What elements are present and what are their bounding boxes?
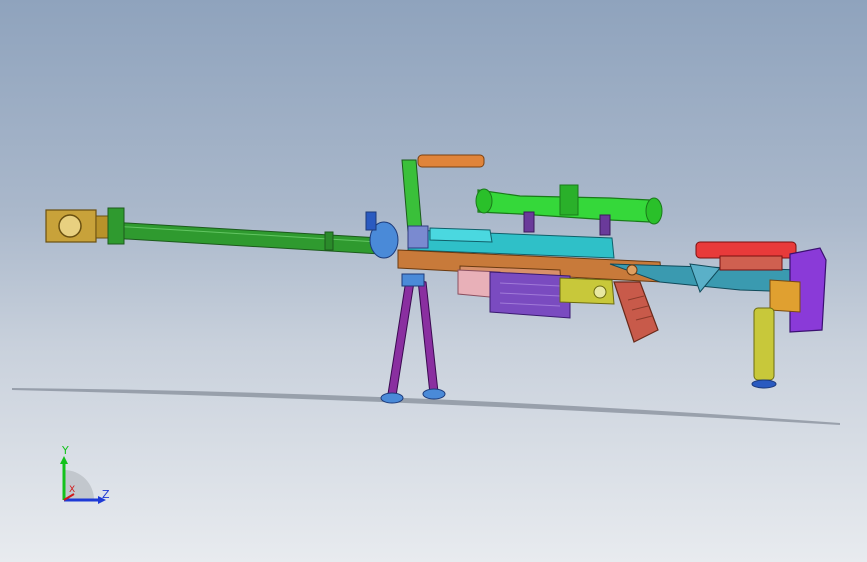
graphics-viewport[interactable]: Y X Z xyxy=(0,0,867,562)
muzzle-brake[interactable] xyxy=(45,207,125,245)
triad-x-label: X xyxy=(69,485,76,495)
rifle-assembly-model[interactable] xyxy=(0,0,867,562)
bipod-legs[interactable] xyxy=(380,273,446,404)
barrel[interactable] xyxy=(109,221,381,255)
triad-y-label: Y xyxy=(62,444,69,457)
pistol-grip[interactable] xyxy=(613,281,659,343)
triad-z-label: Z xyxy=(102,488,110,501)
monopod[interactable] xyxy=(751,307,777,389)
trigger-guard[interactable] xyxy=(559,277,615,305)
cheek-rest[interactable] xyxy=(695,241,797,271)
magazine[interactable] xyxy=(489,271,571,319)
scope[interactable] xyxy=(475,184,663,236)
carry-handle[interactable] xyxy=(401,154,485,233)
